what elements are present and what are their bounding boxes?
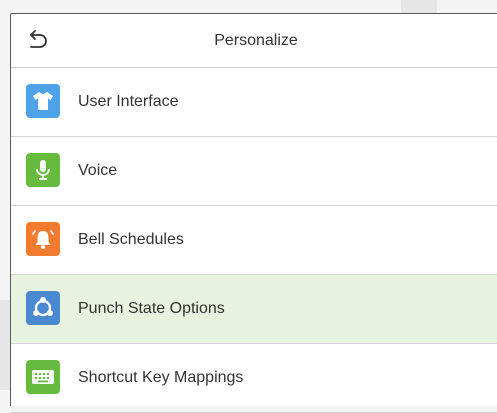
menu-item-shortcut-key-mappings[interactable]: Shortcut Key Mappings <box>11 344 497 413</box>
keyboard-icon <box>26 360 60 394</box>
back-arrow-icon[interactable] <box>23 28 49 52</box>
menu-item-user-interface[interactable]: User Interface <box>11 68 497 137</box>
menu-item-bell-schedules[interactable]: Bell Schedules <box>11 206 497 275</box>
menu-item-label: Punch State Options <box>78 300 225 317</box>
menu-item-label: Bell Schedules <box>78 231 184 248</box>
header-bar: Personalize <box>11 14 497 68</box>
personalize-screen: Personalize User Interface Voice Bell Sc… <box>10 13 497 413</box>
menu-item-label: User Interface <box>78 93 179 110</box>
punch-state-icon <box>26 291 60 325</box>
menu-item-label: Shortcut Key Mappings <box>78 369 244 386</box>
tshirt-icon <box>26 84 60 118</box>
menu-item-voice[interactable]: Voice <box>11 137 497 206</box>
background-panel-edge <box>401 0 437 14</box>
page-title: Personalize <box>214 32 298 49</box>
microphone-icon <box>26 153 60 187</box>
bell-icon <box>26 222 60 256</box>
menu-item-punch-state-options[interactable]: Punch State Options <box>11 275 497 344</box>
menu-item-label: Voice <box>78 162 118 179</box>
background-panel-edge <box>0 300 10 390</box>
